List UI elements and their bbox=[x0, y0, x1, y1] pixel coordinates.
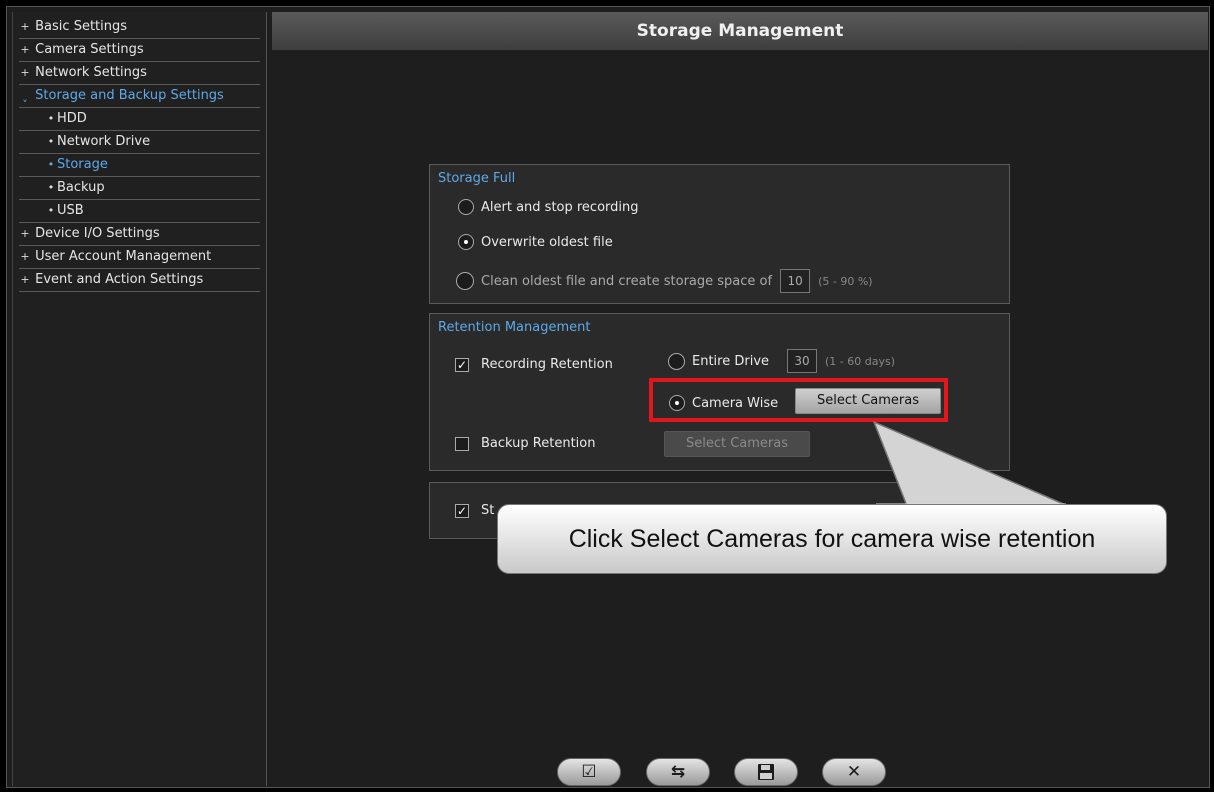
reset-arrows-icon[interactable]: ⇆ bbox=[646, 758, 710, 786]
callout-pointer bbox=[872, 420, 1069, 507]
floppy-icon bbox=[758, 764, 774, 780]
tutorial-callout: Click Select Cameras for camera wise ret… bbox=[497, 504, 1167, 574]
apply-check-icon[interactable]: ☑ bbox=[557, 758, 621, 786]
save-disk-icon[interactable] bbox=[734, 758, 798, 786]
close-icon[interactable]: ✕ bbox=[822, 758, 886, 786]
